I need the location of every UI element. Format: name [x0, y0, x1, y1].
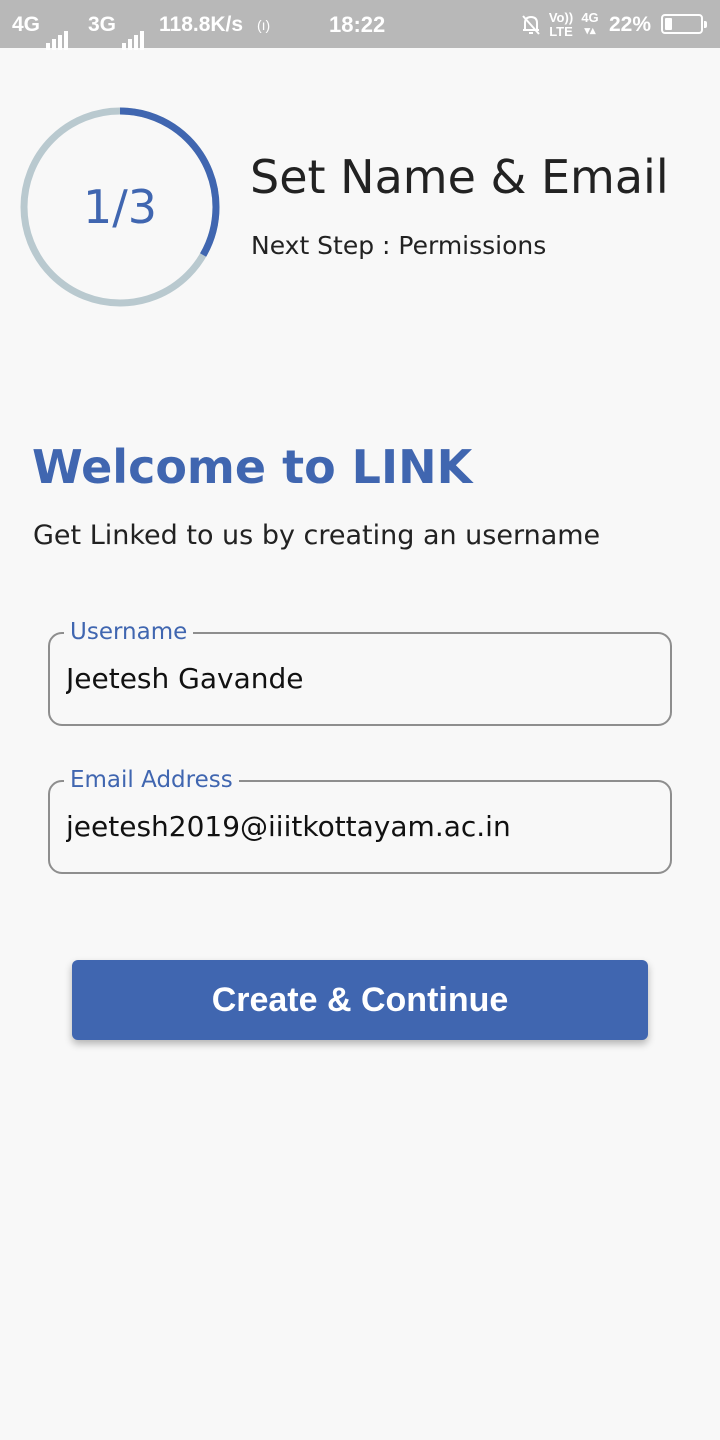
status-bar: 4G 3G 118.8K/s (ı) 18:22 Vo)) LTE 4G ▾▴ … [0, 0, 720, 51]
welcome-subtitle: Get Linked to us by creating an username [33, 520, 601, 551]
step-title: Set Name & Email [250, 150, 669, 204]
battery-icon [661, 14, 707, 34]
email-field[interactable]: Email Address [48, 764, 672, 874]
hotspot-icon: (ı) [257, 17, 271, 33]
progress-label: 1/3 [82, 180, 158, 234]
network-3g-label: 3G [88, 13, 117, 36]
battery-level [665, 18, 672, 30]
email-input[interactable] [66, 804, 646, 848]
signal-bars-icon-2 [122, 0, 146, 51]
volte-icon: Vo)) [548, 10, 574, 25]
battery-cap [704, 21, 707, 28]
network-speed: 118.8K/s [159, 13, 244, 36]
next-step-label: Next Step : Permissions [251, 231, 547, 260]
username-label: Username [64, 616, 194, 648]
mute-notification-icon [521, 0, 541, 48]
data-arrows-icon: ▾▴ [584, 25, 596, 37]
network-4g-label: 4G [12, 13, 41, 36]
username-field[interactable]: Username [48, 616, 672, 726]
signal-bars-icon [46, 0, 70, 51]
create-continue-button[interactable]: Create & Continue [72, 960, 648, 1040]
volte-lte-label: LTE [549, 24, 573, 39]
welcome-heading: Welcome to LINK [32, 440, 473, 494]
battery-percent: 22% [609, 13, 652, 36]
data-4g-label: 4G [581, 10, 599, 25]
clock: 18:22 [329, 12, 386, 37]
username-input[interactable] [66, 656, 646, 700]
email-label: Email Address [64, 764, 239, 796]
